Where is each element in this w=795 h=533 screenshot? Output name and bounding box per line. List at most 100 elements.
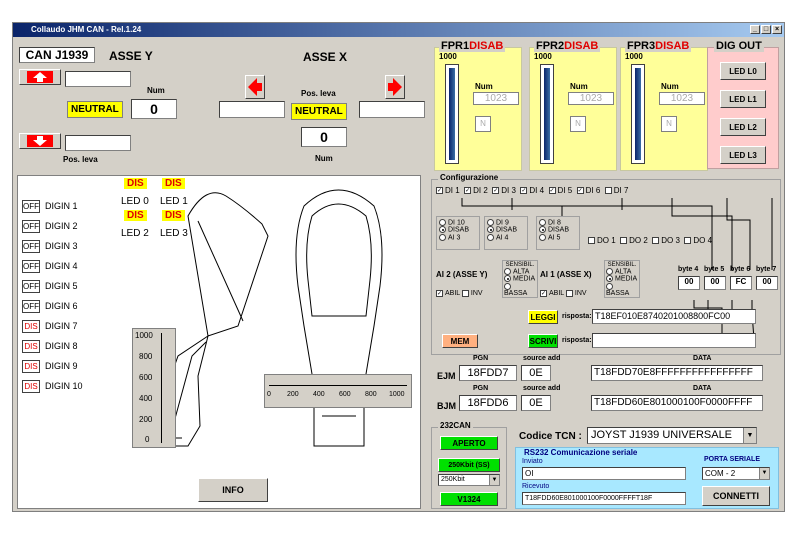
digin3-label: DIGIN 3 bbox=[45, 241, 78, 251]
inviato-field[interactable]: OI bbox=[522, 467, 686, 480]
x-left-button[interactable] bbox=[245, 75, 265, 99]
ai5-radio[interactable]: AI 5 bbox=[539, 233, 577, 241]
porta-label: PORTA SERIALE bbox=[704, 456, 761, 463]
sens-y-media[interactable]: MEDIA bbox=[504, 275, 536, 283]
sens-x-bassa[interactable]: BASSA bbox=[606, 282, 638, 297]
ai4-radio[interactable]: AI 4 bbox=[487, 233, 525, 241]
fpr1-slider[interactable] bbox=[445, 64, 459, 164]
title-bar: Collaudo JHM CAN - Rel.1.24 _ □ × bbox=[13, 23, 784, 37]
y-down-button[interactable] bbox=[19, 133, 61, 149]
speed-button[interactable]: 250Kbit (SS) bbox=[438, 458, 500, 472]
fpr3-num-value: 1023 bbox=[659, 92, 705, 105]
do1-check[interactable]: DO 1 bbox=[588, 236, 616, 245]
di10-radio[interactable]: DI 10 bbox=[439, 219, 477, 226]
byte7-header: byte 7 bbox=[756, 266, 777, 273]
y-pos-field-bottom[interactable] bbox=[65, 135, 131, 151]
byte6-value[interactable]: FC bbox=[730, 276, 752, 290]
ai3-radio[interactable]: AI 3 bbox=[439, 233, 477, 241]
led-l0-button[interactable]: LED L0 bbox=[720, 62, 766, 80]
disab3-radio[interactable]: DISAB bbox=[539, 226, 577, 234]
ai2-abil-check[interactable]: ✓ ABIL bbox=[436, 290, 460, 297]
digin9-label: DIGIN 9 bbox=[45, 361, 78, 371]
codice-label: Codice TCN : bbox=[519, 431, 582, 442]
group-di9: DI 9 DISAB AI 4 bbox=[484, 216, 528, 250]
ai1-label: AI 1 (ASSE X) bbox=[540, 270, 592, 279]
di9-radio[interactable]: DI 9 bbox=[487, 219, 525, 226]
fpr3-max: 1000 bbox=[625, 52, 643, 61]
fpr3-title: FPR3DISAB bbox=[625, 40, 692, 52]
do3-check[interactable]: DO 3 bbox=[652, 236, 680, 245]
fpr2-panel: FPR2DISAB 1000 Num 1023 N bbox=[529, 40, 617, 171]
sens-y-bassa[interactable]: BASSA bbox=[504, 282, 536, 297]
bjm-label: BJM bbox=[437, 401, 457, 411]
do4-check[interactable]: DO 4 bbox=[684, 236, 712, 245]
fpr1-n-box: N bbox=[475, 116, 491, 132]
fpr2-title: FPR2DISAB bbox=[534, 40, 601, 52]
aperto-button[interactable]: APERTO bbox=[440, 436, 498, 450]
porta-select[interactable]: COM - 2 ▼ bbox=[702, 467, 770, 480]
fpr2-num-label: Num bbox=[570, 82, 588, 91]
bjm-src: 0E bbox=[521, 395, 551, 411]
h-scale-400: 400 bbox=[313, 391, 325, 398]
x-pos-field-right[interactable] bbox=[359, 101, 425, 118]
leggi-button[interactable]: LEGGI bbox=[528, 310, 558, 324]
mem-button[interactable]: MEM bbox=[442, 334, 478, 348]
byte4-header: byte 4 bbox=[678, 266, 699, 273]
byte7-value[interactable]: 00 bbox=[756, 276, 778, 290]
scrivi-button[interactable]: SCRIVI bbox=[528, 334, 558, 348]
ai1-inv-check[interactable]: INV bbox=[565, 290, 587, 297]
byte4-value[interactable]: 00 bbox=[678, 276, 700, 290]
y-up-button[interactable] bbox=[19, 69, 61, 85]
di8-radio[interactable]: DI 8 bbox=[539, 219, 577, 226]
fpr3-slider[interactable] bbox=[631, 64, 645, 164]
ejm-pgn: 18FDD7 bbox=[459, 365, 517, 381]
info-button[interactable]: INFO bbox=[198, 478, 268, 502]
close-button[interactable]: × bbox=[772, 25, 782, 34]
connetti-button[interactable]: CONNETTI bbox=[702, 486, 770, 506]
h-scale-600: 600 bbox=[339, 391, 351, 398]
ricevuto-field[interactable]: T18FDD60E801000100F0000FFFFT18F bbox=[522, 492, 686, 505]
ejm-pgn-header: PGN bbox=[473, 355, 489, 362]
risposta2-field[interactable] bbox=[592, 333, 756, 348]
digin5-state: OFF bbox=[22, 280, 40, 293]
do2-check[interactable]: DO 2 bbox=[620, 236, 648, 245]
ejm-data-header: DATA bbox=[693, 355, 712, 362]
codice-select[interactable]: JOYST J1939 UNIVERSALE ▼ bbox=[587, 427, 757, 444]
led-l2-button[interactable]: LED L2 bbox=[720, 118, 766, 136]
risposta-field[interactable]: T18EF010E8740201008800FC00 bbox=[592, 309, 756, 324]
bjm-pgn-header: PGN bbox=[473, 385, 489, 392]
asse-x-title: ASSE X bbox=[303, 50, 348, 64]
byte5-header: byte 5 bbox=[704, 266, 725, 273]
arrow-up-icon bbox=[27, 71, 53, 83]
v-scale-200: 200 bbox=[139, 415, 153, 424]
ejm-src-header: source add bbox=[523, 355, 561, 362]
led-l3-button[interactable]: LED L3 bbox=[720, 146, 766, 164]
led-l1-button[interactable]: LED L1 bbox=[720, 90, 766, 108]
maximize-button[interactable]: □ bbox=[761, 25, 771, 34]
h-scale-200: 200 bbox=[287, 391, 299, 398]
ai2-inv-check[interactable]: INV bbox=[461, 290, 483, 297]
ai1-abil-check[interactable]: ✓ ABIL bbox=[540, 290, 564, 297]
minimize-button[interactable]: _ bbox=[750, 25, 760, 34]
sens-y-alta[interactable]: ALTA bbox=[504, 268, 536, 275]
x-right-button[interactable] bbox=[385, 75, 405, 99]
sens-x-media[interactable]: MEDIA bbox=[606, 275, 638, 283]
sens-x-alta[interactable]: ALTA bbox=[606, 268, 638, 275]
disab2-radio[interactable]: DISAB bbox=[487, 226, 525, 234]
h-scale-1000: 1000 bbox=[389, 391, 405, 398]
fpr1-panel: FPR1DISAB 1000 Num 1023 N bbox=[434, 40, 522, 171]
v-scale-0: 0 bbox=[145, 435, 150, 444]
speed-select[interactable]: 250Kbit ▼ bbox=[438, 474, 500, 486]
inviato-label: Inviato bbox=[522, 458, 543, 465]
chevron-down-icon: ▼ bbox=[743, 428, 756, 443]
dig-out-title: DIG OUT bbox=[714, 40, 764, 52]
fpr2-max: 1000 bbox=[534, 52, 552, 61]
digin3-state: OFF bbox=[22, 240, 40, 253]
fpr2-slider[interactable] bbox=[540, 64, 554, 164]
y-pos-field-top[interactable] bbox=[65, 71, 131, 87]
group-di8: DI 8 DISAB AI 5 bbox=[536, 216, 580, 250]
byte5-value[interactable]: 00 bbox=[704, 276, 726, 290]
version-button[interactable]: V1324 bbox=[440, 492, 498, 506]
x-pos-field-left[interactable] bbox=[219, 101, 285, 118]
disab1-radio[interactable]: DISAB bbox=[439, 226, 477, 234]
